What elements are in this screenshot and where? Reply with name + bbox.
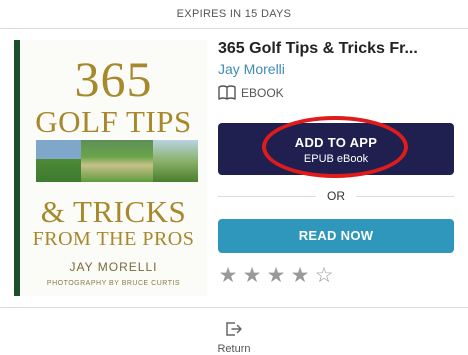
star-outline-icon[interactable]: ☆ <box>312 264 336 288</box>
cover-title-line2: GOLF TIPS <box>35 104 192 139</box>
add-to-app-format: EPUB eBook <box>303 153 369 165</box>
cover-photo-golfer-left <box>36 140 81 182</box>
or-label: OR <box>327 189 345 203</box>
read-now-button[interactable]: READ NOW <box>218 219 454 253</box>
add-to-app-label: ADD TO APP <box>294 135 378 150</box>
or-divider-left <box>218 196 316 197</box>
cover-photo-course <box>81 140 153 182</box>
star-icon[interactable]: ★ <box>216 264 240 288</box>
book-author-link[interactable]: Jay Morelli <box>218 61 285 77</box>
book-title[interactable]: 365 Golf Tips & Tricks Fr... <box>218 40 418 58</box>
bottom-divider <box>0 307 468 308</box>
cover-photographer: PHOTOGRAPHY BY BRUCE CURTIS <box>46 280 181 287</box>
star-icon[interactable]: ★ <box>240 264 264 288</box>
cover-title-number: 365 <box>74 51 153 107</box>
expiry-notice: EXPIRES IN 15 DAYS <box>176 8 292 20</box>
open-book-icon <box>218 85 236 100</box>
cover-photo-golfer-right <box>153 140 198 182</box>
cover-title-line3: & TRICKS <box>40 194 187 229</box>
return-button[interactable]: Return <box>204 320 264 355</box>
star-icon[interactable]: ★ <box>288 264 312 288</box>
format-label: EBOOK <box>241 86 284 100</box>
cover-author: JAY MORELLI <box>69 260 158 274</box>
book-format: EBOOK <box>218 85 284 101</box>
top-divider <box>0 28 468 29</box>
return-label: Return <box>217 343 251 355</box>
book-cover[interactable]: 365 GOLF TIPS & TRICKS FROM THE PROS JAY… <box>14 40 207 296</box>
star-icon[interactable]: ★ <box>264 264 288 288</box>
cover-photo-strip <box>36 140 198 182</box>
return-icon <box>226 322 242 336</box>
or-divider-right <box>356 196 454 197</box>
star-rating[interactable]: ★ ★ ★ ★ ☆ <box>216 264 336 288</box>
cover-title-line4: FROM THE PROS <box>32 228 195 250</box>
add-to-app-button[interactable]: ADD TO APP EPUB eBook <box>218 123 454 175</box>
